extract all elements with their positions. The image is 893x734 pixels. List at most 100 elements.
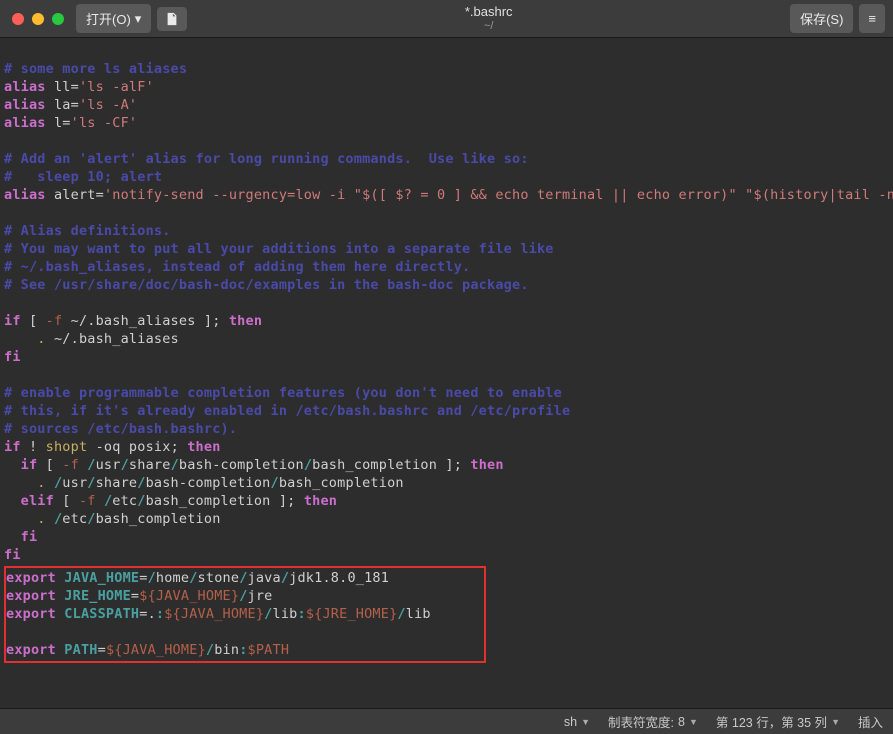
p: bash_completion <box>96 511 221 527</box>
maximize-window[interactable] <box>52 13 64 25</box>
txt: ] <box>204 313 212 329</box>
tab-width-selector[interactable]: 制表符宽度: 8 ▼ <box>608 712 698 731</box>
hamburger-menu[interactable]: ≡ <box>859 4 885 33</box>
p: bash_completion <box>312 457 445 473</box>
comment: # Alias definitions. <box>4 223 171 239</box>
language-selector[interactable]: sh ▼ <box>564 715 590 729</box>
col: : <box>239 642 247 658</box>
sl: / <box>189 570 197 586</box>
eq: = <box>139 570 147 586</box>
cursor-position[interactable]: 第 123 行，第 35 列 ▼ <box>716 712 840 731</box>
comment: # See /usr/share/doc/bash-doc/examples i… <box>4 277 529 293</box>
sp <box>46 475 54 491</box>
titlebar: 打开(O) ▾ *.bashrc ~/ 保存(S) ≡ <box>0 0 893 38</box>
p: java <box>248 570 281 586</box>
tabwidth-label: 制表符宽度: <box>608 712 674 731</box>
kw: then <box>304 493 337 509</box>
kw: then <box>470 457 503 473</box>
txt: ll= <box>46 79 79 95</box>
p: bash-completion <box>146 475 271 491</box>
txt: ; <box>287 493 304 509</box>
kw: elif <box>21 493 54 509</box>
pre <box>4 493 21 509</box>
insert-mode[interactable]: 插入 <box>858 712 883 731</box>
varref: ${JAVA_HOME} <box>106 642 206 658</box>
kw: alias <box>4 79 46 95</box>
varref: ${JAVA_HOME} <box>164 606 264 622</box>
kw: alias <box>4 187 46 203</box>
chevron-down-icon: ▼ <box>581 717 590 727</box>
varref: $PATH <box>248 642 290 658</box>
p: bash-completion <box>179 457 304 473</box>
kw: alias <box>4 97 46 113</box>
txt: ~/.bash_aliases <box>62 313 204 329</box>
window-controls <box>12 13 64 25</box>
kw: export <box>6 606 56 622</box>
sl: / <box>137 475 145 491</box>
highlight-box: export JAVA_HOME=/home/stone/java/jdk1.8… <box>4 566 486 663</box>
txt: [ <box>54 493 79 509</box>
txt: la= <box>46 97 79 113</box>
comment: # enable programmable completion feature… <box>4 385 562 401</box>
p: bash_completion <box>146 493 279 509</box>
chevron-down-icon: ▾ <box>135 11 142 27</box>
comment: # some more ls aliases <box>4 61 187 77</box>
comment: # sources /etc/bash.bashrc). <box>4 421 237 437</box>
p: stone <box>198 570 240 586</box>
sl: / <box>137 493 145 509</box>
kw: fi <box>21 529 38 545</box>
txt: ! <box>21 439 46 455</box>
p: etc <box>62 511 87 527</box>
p: bin <box>214 642 239 658</box>
str: 'ls -A' <box>79 97 137 113</box>
sl: / <box>87 457 95 473</box>
txt: ~/.bash_aliases <box>46 331 179 347</box>
varref: ${JAVA_HOME} <box>139 588 239 604</box>
sl: / <box>271 475 279 491</box>
close-window[interactable] <box>12 13 24 25</box>
sl: / <box>304 457 312 473</box>
save-button[interactable]: 保存(S) <box>790 4 853 33</box>
kw: export <box>6 588 56 604</box>
flag: -f <box>46 313 63 329</box>
kw: alias <box>4 115 46 131</box>
sl: / <box>239 570 247 586</box>
eq: = <box>98 642 106 658</box>
statusbar: sh ▼ 制表符宽度: 8 ▼ 第 123 行，第 35 列 ▼ 插入 <box>0 708 893 734</box>
eq: =. <box>139 606 156 622</box>
p: share <box>129 457 171 473</box>
str: 'ls -CF' <box>71 115 138 131</box>
minimize-window[interactable] <box>32 13 44 25</box>
p: jre <box>248 588 273 604</box>
p: lib <box>406 606 431 622</box>
kw: if <box>21 457 38 473</box>
p: lib <box>273 606 298 622</box>
var: PATH <box>56 642 98 658</box>
open-button[interactable]: 打开(O) ▾ <box>76 4 151 33</box>
dot: . <box>4 331 46 347</box>
comment: # Add an 'alert' alias for long running … <box>4 151 529 167</box>
p: bash_completion <box>279 475 404 491</box>
txt: ] <box>279 493 287 509</box>
txt: alert= <box>46 187 104 203</box>
menu-icon: ≡ <box>868 11 876 26</box>
txt: [ <box>37 457 62 473</box>
p: usr <box>62 475 87 491</box>
flag: -f <box>62 457 87 473</box>
kw: export <box>6 642 56 658</box>
pre <box>4 457 21 473</box>
var: CLASSPATH <box>56 606 139 622</box>
p: jdk1.8.0_181 <box>289 570 389 586</box>
new-tab-button[interactable] <box>157 7 187 31</box>
sl: / <box>148 570 156 586</box>
kw: export <box>6 570 56 586</box>
kw: if <box>4 313 21 329</box>
title-area: *.bashrc ~/ <box>187 4 790 33</box>
editor-area[interactable]: # some more ls aliases alias ll='ls -alF… <box>0 38 893 685</box>
dot: . <box>4 475 46 491</box>
comment: # this, if it's already enabled in /etc/… <box>4 403 570 419</box>
pre <box>4 529 21 545</box>
mode-label: 插入 <box>858 712 883 731</box>
comment: # ~/.bash_aliases, instead of adding the… <box>4 259 470 275</box>
comment: # You may want to put all your additions… <box>4 241 554 257</box>
